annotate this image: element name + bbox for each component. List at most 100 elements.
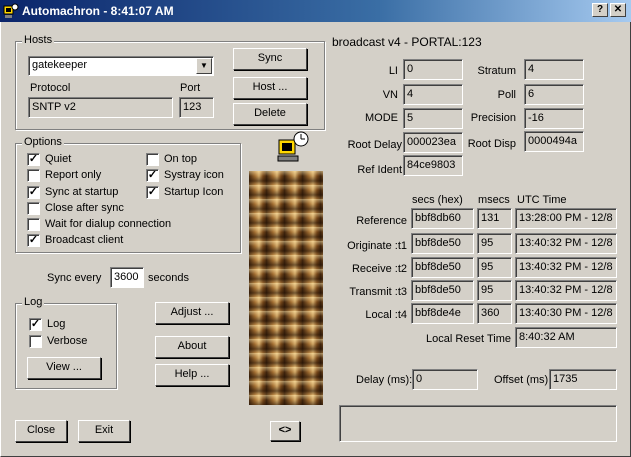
chevron-down-icon[interactable]: ▼ [196, 58, 212, 74]
quiet-label: Quiet [45, 153, 72, 165]
close-button[interactable]: Close [15, 420, 67, 442]
wait-for-dialup-label: Wait for dialup connection [45, 218, 172, 230]
sync-unit-label: seconds [148, 272, 189, 284]
adjust-button[interactable]: Adjust ... [155, 302, 229, 324]
exit-button[interactable]: Exit [78, 420, 130, 442]
hosts-legend: Hosts [22, 34, 55, 46]
row-label-receive: Receive :t2 [351, 263, 407, 275]
sync-button-label: Sync [257, 52, 283, 64]
view-log-button[interactable]: View ... [27, 357, 101, 379]
protocol-label: Protocol [30, 82, 71, 94]
help-button-label: Help ... [174, 368, 210, 380]
log-legend: Log [22, 296, 45, 308]
computer-clock-icon [277, 131, 309, 162]
li-label: LI [388, 65, 398, 77]
local-utc: 13:40:30 PM - 12/8 [515, 303, 617, 324]
ref-ident-field: 84ce9803 [403, 155, 463, 176]
transmit-msecs: 95 [477, 280, 512, 301]
view-log-button-label: View ... [46, 361, 82, 373]
window-title: Automachron - 8:41:07 AM [22, 4, 174, 18]
root-disp-field: 0000494a [524, 131, 584, 152]
toggle-details-label: <> [278, 424, 292, 436]
poll-label: Poll [497, 89, 516, 101]
host-button-label: Host ... [252, 81, 288, 93]
reference-utc: 13:28:00 PM - 12/8 [515, 208, 617, 229]
local-reset-field: 8:40:32 AM [515, 327, 617, 348]
col-utc-header: UTC Time [517, 194, 567, 206]
row-label-reference: Reference [356, 215, 407, 227]
vn-label: VN [382, 89, 398, 101]
receive-utc: 13:40:32 PM - 12/8 [515, 257, 617, 278]
help-title-button[interactable]: ? [592, 3, 608, 17]
title-bar[interactable]: Automachron - 8:41:07 AM ? ✕ [0, 0, 631, 22]
offset-label: Offset (ms): [494, 374, 552, 386]
local-reset-label: Local Reset Time [426, 333, 511, 345]
report-only-checkbox[interactable] [27, 169, 40, 182]
reference-hex: bbf8db60 [411, 208, 474, 229]
root-disp-label: Root Disp [467, 138, 516, 150]
sync-at-startup-checkbox[interactable]: ✓ [27, 186, 40, 199]
poll-field: 6 [524, 84, 584, 105]
sync-at-startup-label: Sync at startup [45, 186, 119, 198]
broadcast-client-checkbox[interactable]: ✓ [27, 234, 40, 247]
delete-button[interactable]: Delete [233, 103, 307, 125]
systray-icon-label: Systray icon [164, 169, 224, 181]
root-delay-field: 000023ea [403, 132, 463, 153]
receive-hex: bbf8de50 [411, 257, 474, 278]
ref-ident-label: Ref Ident [357, 164, 402, 176]
systray-icon-checkbox[interactable]: ✓ [146, 169, 159, 182]
precision-field: -16 [524, 108, 584, 129]
adjust-button-label: Adjust ... [170, 306, 214, 318]
delay-field: 0 [412, 369, 478, 390]
status-box [339, 405, 617, 442]
broadcast-client-label: Broadcast client [45, 234, 124, 246]
host-dropdown[interactable]: gatekeeper ▼ [28, 56, 214, 76]
row-label-originate: Originate :t1 [347, 240, 407, 252]
sync-button[interactable]: Sync [233, 48, 307, 70]
host-dropdown-value: gatekeeper [32, 59, 88, 71]
stratum-field: 4 [524, 59, 584, 80]
vn-field: 4 [403, 84, 463, 105]
verbose-checkbox[interactable] [29, 335, 42, 348]
about-button[interactable]: About [155, 336, 229, 358]
on-top-checkbox[interactable] [146, 153, 159, 166]
wait-for-dialup-checkbox[interactable] [27, 218, 40, 231]
sync-every-label: Sync every [47, 272, 102, 284]
close-title-button[interactable]: ✕ [610, 3, 626, 17]
delay-label: Delay (ms): [356, 374, 413, 386]
originate-hex: bbf8de50 [411, 233, 474, 254]
help-button[interactable]: Help ... [155, 364, 229, 386]
close-button-label: Close [26, 424, 56, 436]
log-checkbox[interactable]: ✓ [29, 318, 42, 331]
mode-field: 5 [403, 108, 463, 129]
clockwork-image [249, 171, 323, 405]
close-after-sync-checkbox[interactable] [27, 202, 40, 215]
port-field: 123 [179, 97, 214, 118]
transmit-utc: 13:40:32 PM - 12/8 [515, 280, 617, 301]
stratum-label: Stratum [477, 65, 516, 77]
sync-interval-input[interactable]: 3600 [110, 267, 144, 288]
row-label-transmit: Transmit :t3 [349, 286, 407, 298]
verbose-label: Verbose [47, 335, 88, 347]
protocol-field: SNTP v2 [28, 97, 173, 118]
mode-label: MODE [365, 112, 398, 124]
port-label: Port [180, 82, 201, 94]
li-field: 0 [403, 59, 463, 80]
startup-icon-checkbox[interactable]: ✓ [146, 186, 159, 199]
on-top-label: On top [164, 153, 198, 165]
col-hex-header: secs (hex) [412, 194, 463, 206]
local-hex: bbf8de4e [411, 303, 474, 324]
log-label: Log [47, 318, 66, 330]
host-button[interactable]: Host ... [233, 77, 307, 99]
toggle-details-button[interactable]: <> [270, 421, 300, 441]
report-only-label: Report only [45, 169, 102, 181]
originate-msecs: 95 [477, 233, 512, 254]
exit-button-label: Exit [94, 424, 114, 436]
close-after-sync-label: Close after sync [45, 202, 124, 214]
receive-msecs: 95 [477, 257, 512, 278]
transmit-hex: bbf8de50 [411, 280, 474, 301]
delete-button-label: Delete [254, 107, 286, 119]
row-label-local: Local :t4 [365, 309, 407, 321]
offset-field: 1735 [549, 369, 617, 390]
quiet-checkbox[interactable]: ✓ [27, 153, 40, 166]
